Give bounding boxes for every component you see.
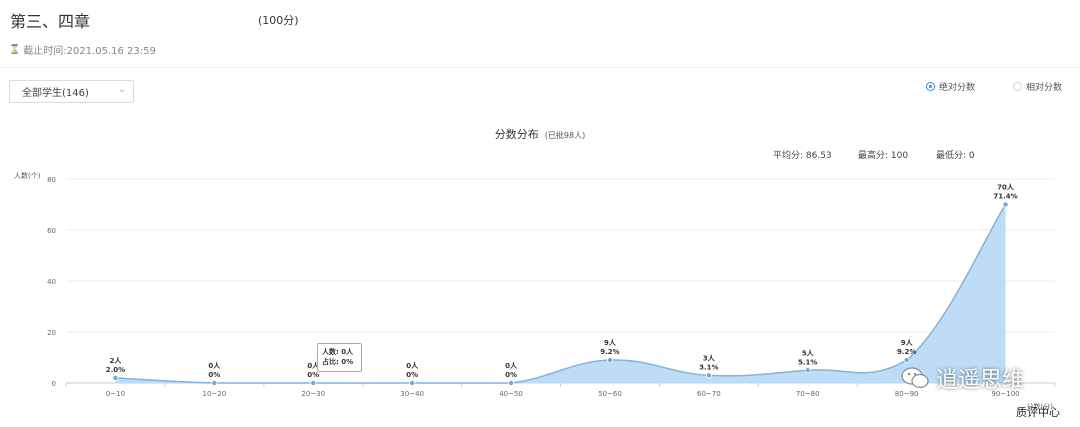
y-tick-label: 60 bbox=[47, 227, 56, 235]
data-point bbox=[112, 374, 119, 381]
data-point bbox=[804, 367, 811, 374]
data-count-label: 2人 bbox=[110, 356, 123, 365]
watermark-text: 逍遥思维 bbox=[936, 368, 1025, 393]
data-count-label: 70人 bbox=[997, 183, 1015, 192]
data-percent-label: 71.4% bbox=[993, 193, 1017, 201]
wechat-icon bbox=[901, 367, 929, 389]
data-point bbox=[310, 379, 317, 386]
x-tick-label: 60~70 bbox=[697, 390, 721, 398]
data-point bbox=[606, 357, 613, 364]
x-tick-label: 20~30 bbox=[301, 390, 325, 398]
data-count-label: 9人 bbox=[604, 338, 617, 347]
data-count-label: 9人 bbox=[901, 338, 914, 347]
data-count-label: 3人 bbox=[703, 353, 716, 362]
y-tick-label: 80 bbox=[47, 176, 56, 184]
watermark-subtext: 质评中心 bbox=[1016, 406, 1060, 419]
tooltip-count: 人数: 0人 bbox=[322, 348, 354, 356]
series-line bbox=[115, 204, 1007, 384]
data-percent-label: 2.0% bbox=[106, 366, 125, 374]
data-point bbox=[1002, 201, 1009, 208]
x-tick-label: 0~10 bbox=[106, 390, 125, 398]
tooltip-percent: 占比: 0% bbox=[322, 358, 354, 366]
data-point bbox=[705, 372, 712, 379]
data-percent-label: 3.1% bbox=[699, 363, 718, 371]
data-percent-label: 9.2% bbox=[600, 348, 619, 356]
x-tick-label: 70~80 bbox=[796, 390, 820, 398]
x-tick-label: 10~20 bbox=[203, 390, 227, 398]
data-percent-label: 0% bbox=[307, 371, 319, 379]
x-tick-label: 50~60 bbox=[598, 390, 622, 398]
watermark: 逍遥思维 bbox=[900, 362, 1024, 394]
y-tick-label: 0 bbox=[52, 380, 56, 388]
data-count-label: 0人 bbox=[505, 361, 518, 370]
x-tick-label: 40~50 bbox=[499, 390, 523, 398]
series-area bbox=[115, 204, 1006, 383]
data-count-label: 5人 bbox=[802, 348, 815, 357]
data-percent-label: 0% bbox=[406, 371, 418, 379]
y-tick-label: 40 bbox=[47, 278, 56, 286]
data-percent-label: 0% bbox=[505, 371, 517, 379]
data-percent-label: 9.2% bbox=[897, 348, 916, 356]
data-percent-label: 5.1% bbox=[798, 358, 817, 366]
data-point bbox=[508, 379, 515, 386]
data-point bbox=[409, 379, 416, 386]
data-count-label: 0人 bbox=[208, 361, 221, 370]
y-axis-label: 人数(个) bbox=[14, 171, 41, 180]
chart-tooltip: 人数: 0人 占比: 0% bbox=[317, 343, 362, 372]
y-tick-label: 20 bbox=[47, 329, 56, 337]
data-point bbox=[211, 379, 218, 386]
data-count-label: 0人 bbox=[406, 361, 419, 370]
data-percent-label: 0% bbox=[208, 371, 220, 379]
x-tick-label: 30~40 bbox=[400, 390, 424, 398]
